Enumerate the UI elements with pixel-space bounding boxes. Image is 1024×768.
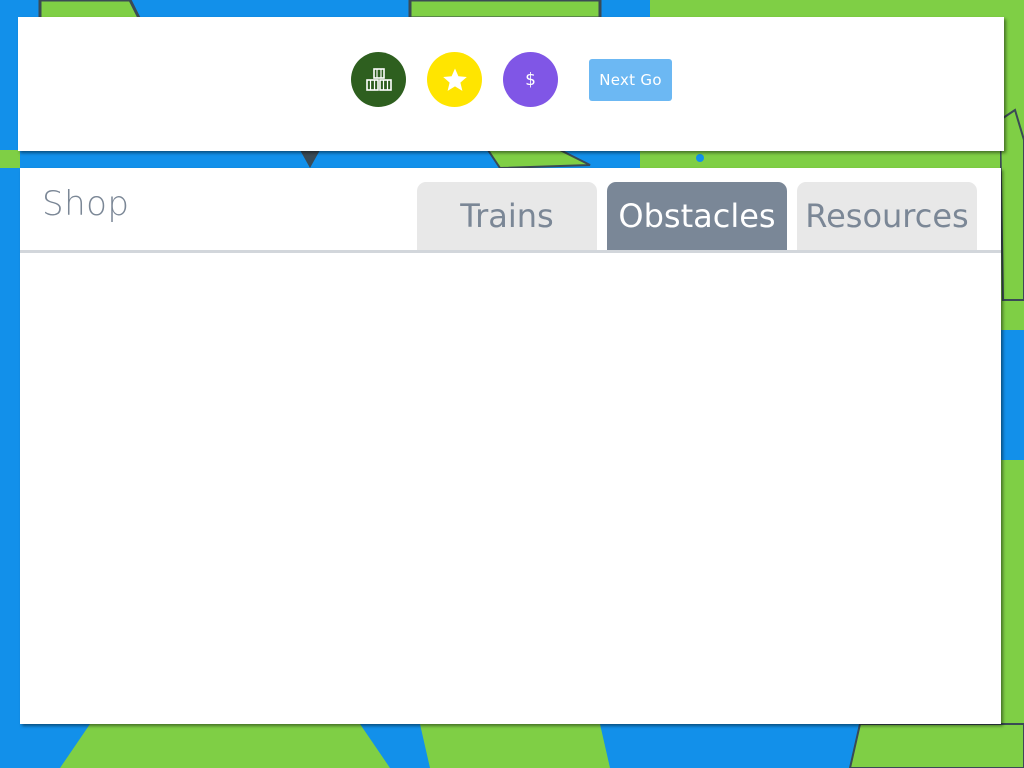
shop-title: Shop bbox=[42, 184, 130, 224]
money-button[interactable]: $ bbox=[503, 52, 558, 107]
tab-obstacles[interactable]: Obstacles bbox=[607, 182, 787, 250]
goods-button[interactable] bbox=[351, 52, 406, 107]
top-toolbar-panel: $ Next Go bbox=[18, 17, 1004, 151]
next-go-button[interactable]: Next Go bbox=[589, 59, 672, 101]
score-button[interactable] bbox=[427, 52, 482, 107]
tab-trains[interactable]: Trains bbox=[417, 182, 597, 250]
tab-resources[interactable]: Resources bbox=[797, 182, 977, 250]
shop-content-area bbox=[20, 253, 1001, 724]
dollar-icon: $ bbox=[525, 69, 536, 90]
star-icon bbox=[442, 68, 467, 91]
shop-panel: Shop Trains Obstacles Resources bbox=[20, 168, 1001, 724]
crates-icon bbox=[365, 67, 392, 91]
